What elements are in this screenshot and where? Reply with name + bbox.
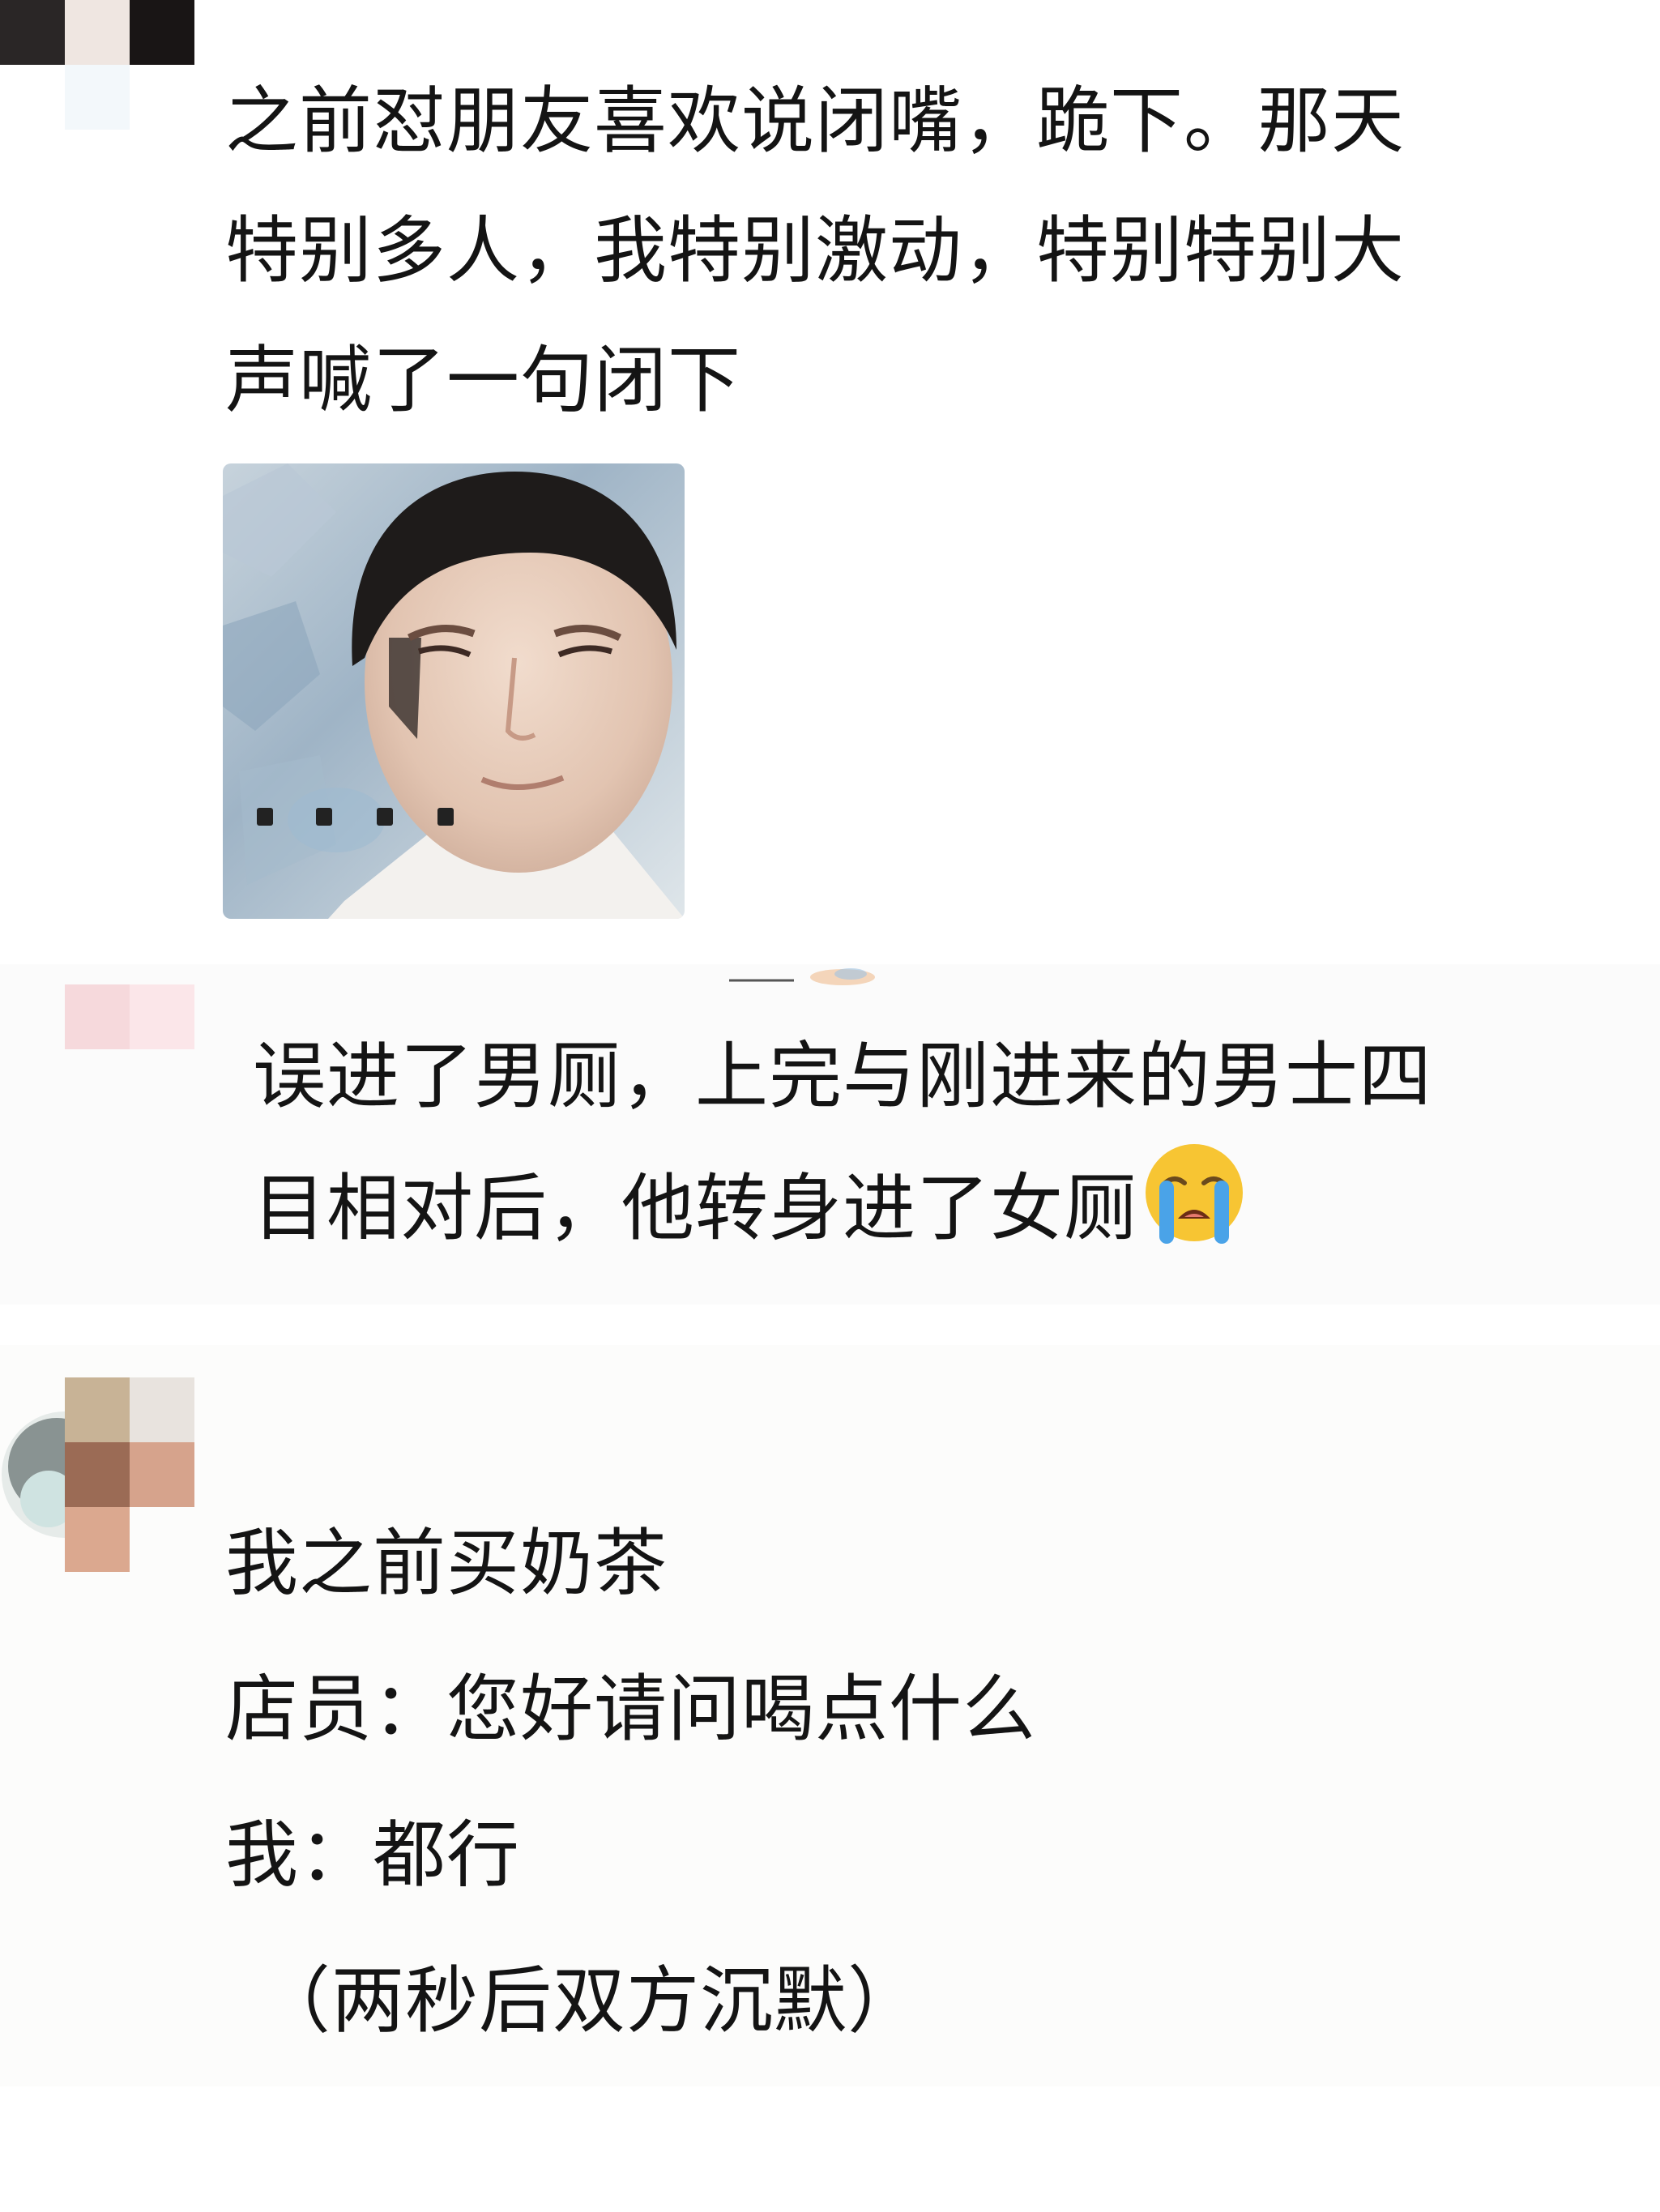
comment-line: （两秒后双方沉默） <box>258 1958 921 2043</box>
comment-line: 我之前买奶茶 <box>225 1521 668 1606</box>
comment-text: 我之前买奶茶 店员：您好请问喝点什么 我：都行 （两秒后双方沉默） <box>225 1491 1538 2074</box>
avatar-photo <box>2 1377 194 1572</box>
comment-card-3[interactable]: 我之前买奶茶 店员：您好请问喝点什么 我：都行 （两秒后双方沉默） <box>0 1345 1660 2086</box>
comment-line: 目相对后，他转身进了女厕 <box>253 1141 1565 1284</box>
comment-line: 误进了男厕，上完与刚进来的男士四 <box>253 1034 1432 1119</box>
comment-line: 之前怼朋友喜欢说闭嘴，跪下。那天 <box>225 79 1405 164</box>
comment-card-1[interactable]: 之前怼朋友喜欢说闭嘴，跪下。那天 特别多人，我特别激动，特别特别大 声喊了一句闭… <box>0 0 1660 924</box>
comment-image[interactable] <box>223 463 685 919</box>
comment-line: 特别多人，我特别激动，特别特别大 <box>225 208 1405 293</box>
comment-text: 之前怼朋友喜欢说闭嘴，跪下。那天 特别多人，我特别激动，特别特别大 声喊了一句闭… <box>225 57 1538 446</box>
comment-line-text: 目相对后，他转身进了女厕 <box>253 1166 1137 1251</box>
meme-photo <box>223 463 685 919</box>
comment-line: 店员：您好请问喝点什么 <box>225 1667 1036 1752</box>
avatar[interactable] <box>65 984 194 1049</box>
comment-card-2[interactable]: 误进了男厕，上完与刚进来的男士四 目相对后，他转身进了女厕 <box>0 964 1660 1305</box>
avatar[interactable] <box>0 0 198 65</box>
loudly-crying-face-icon <box>1142 1141 1246 1284</box>
comment-text: 误进了男厕，上完与刚进来的男士四 目相对后，他转身进了女厕 <box>253 1013 1565 1284</box>
comment-line: 我：都行 <box>225 1813 520 1898</box>
avatar-blur <box>65 65 130 130</box>
comment-line: 声喊了一句闭下 <box>225 338 741 423</box>
avatar[interactable] <box>0 1377 198 1572</box>
faint-decoration-icon <box>729 968 875 985</box>
